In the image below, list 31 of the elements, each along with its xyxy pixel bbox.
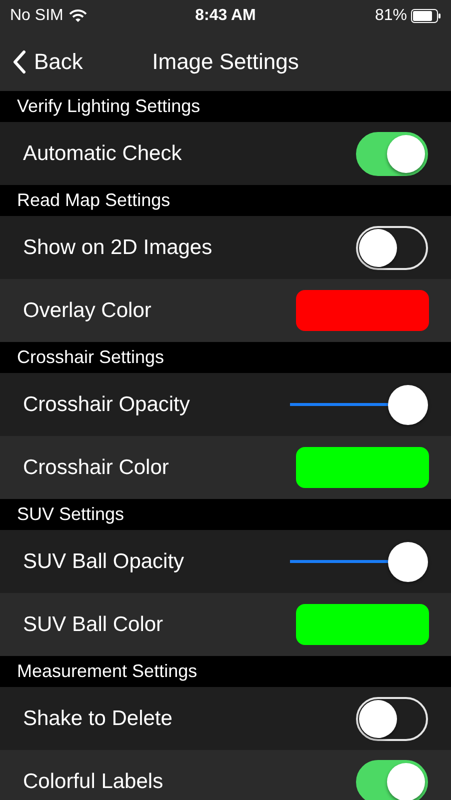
section-header: Measurement Settings	[0, 656, 451, 687]
chevron-left-icon	[12, 50, 26, 74]
page-title: Image Settings	[152, 48, 299, 74]
setting-label: Crosshair Color	[23, 456, 169, 480]
section-header: SUV Settings	[0, 499, 451, 530]
setting-label: Overlay Color	[23, 298, 152, 322]
back-button[interactable]: Back	[2, 44, 93, 78]
toggle-switch[interactable]	[356, 132, 428, 176]
color-swatch[interactable]	[296, 447, 429, 488]
battery-percent: 81%	[374, 7, 407, 25]
setting-label: SUV Ball Color	[23, 612, 164, 636]
color-swatch[interactable]	[296, 290, 429, 331]
section-header: Verify Lighting Settings	[0, 91, 451, 122]
setting-label: Shake to Delete	[23, 706, 172, 730]
setting-label: SUV Ball Opacity	[23, 550, 184, 574]
setting-label: Automatic Check	[23, 142, 182, 166]
opacity-slider[interactable]	[290, 542, 428, 582]
wifi-icon	[69, 9, 88, 23]
color-swatch[interactable]	[296, 604, 429, 645]
setting-label: Show on 2D Images	[23, 236, 212, 260]
toggle-switch[interactable]	[356, 760, 428, 800]
setting-label: Colorful Labels	[23, 770, 164, 794]
carrier-label: No SIM	[10, 7, 64, 25]
slider-thumb[interactable]	[388, 542, 428, 582]
section-header: Crosshair Settings	[0, 342, 451, 373]
section-header: Read Map Settings	[0, 185, 451, 216]
setting-label: Crosshair Opacity	[23, 392, 190, 416]
opacity-slider[interactable]	[290, 384, 428, 424]
battery-icon	[410, 9, 441, 23]
slider-thumb[interactable]	[388, 384, 428, 424]
clock-time: 8:43 AM	[195, 7, 256, 25]
